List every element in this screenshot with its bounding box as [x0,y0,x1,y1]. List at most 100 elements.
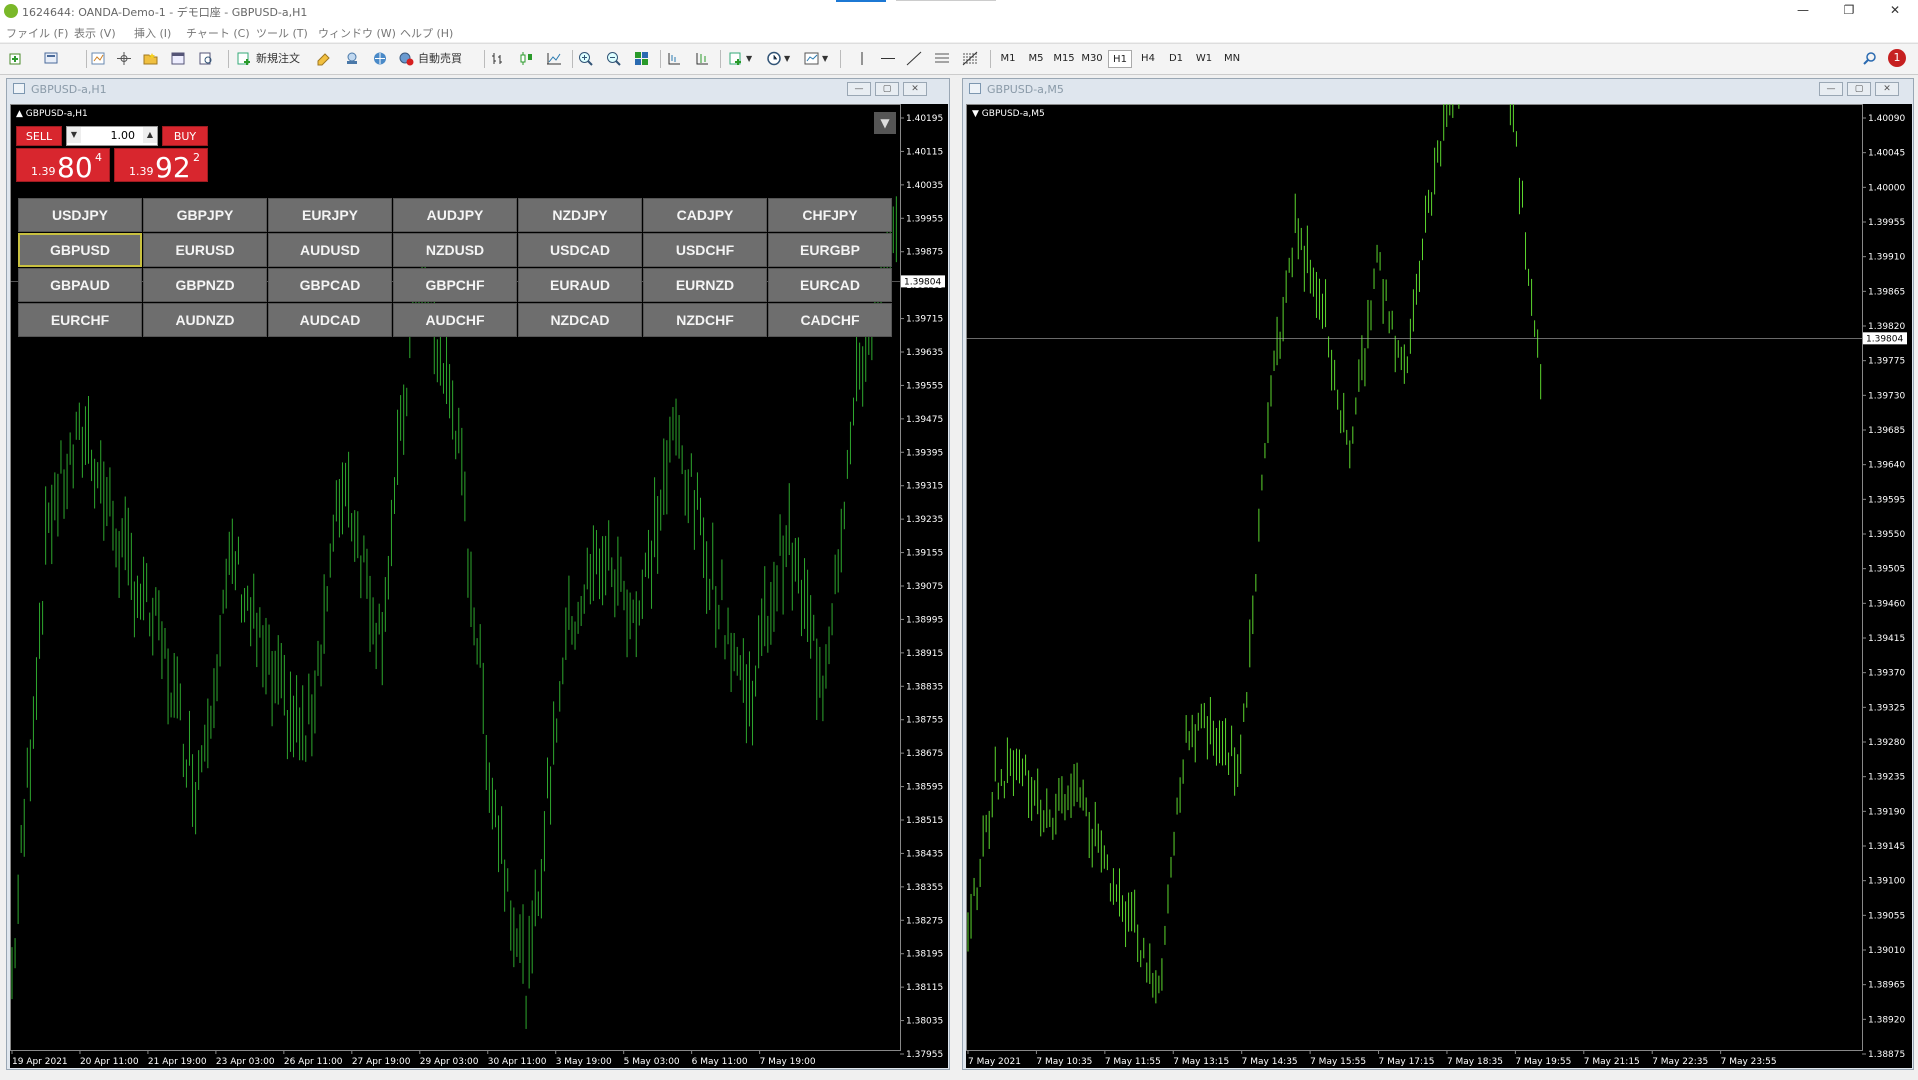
time-axis-label: 3 May 19:00 [556,1057,612,1067]
pair-button-nzdcad[interactable]: NZDCAD [518,303,642,337]
zoom-out-icon[interactable] [606,51,622,66]
collapse-panel-icon[interactable]: ▼ [874,112,896,134]
new-order-icon[interactable] [236,51,252,66]
candlestick-icon[interactable] [518,51,534,66]
pair-button-nzdusd[interactable]: NZDUSD [393,233,517,267]
tile-windows-icon[interactable] [634,51,650,66]
terminal-icon[interactable] [170,51,186,66]
timeframe-h4[interactable]: H4 [1136,50,1160,68]
pair-button-chfjpy[interactable]: CHFJPY [768,198,892,232]
pair-button-usdchf[interactable]: USDCHF [643,233,767,267]
sell-button[interactable]: SELL [16,126,62,146]
timeframe-m1[interactable]: M1 [996,50,1020,68]
chart-shift-icon[interactable] [666,51,682,66]
timeframe-d1[interactable]: D1 [1164,50,1188,68]
timeframe-w1[interactable]: W1 [1192,50,1216,68]
close-button[interactable]: ✕ [1872,0,1918,22]
signals-icon[interactable] [344,51,360,66]
pair-button-gbpnzd[interactable]: GBPNZD [143,268,267,302]
indicators-icon[interactable] [728,51,744,66]
restore-button[interactable]: ❐ [1826,0,1872,22]
pair-button-gbpjpy[interactable]: GBPJPY [143,198,267,232]
menu-tools[interactable]: ツール (T) [256,25,308,41]
pair-button-gbpusd[interactable]: GBPUSD [18,233,142,267]
pair-button-audjpy[interactable]: AUDJPY [393,198,517,232]
chart-minimize-button[interactable]: — [847,82,871,96]
pair-button-eurjpy[interactable]: EURJPY [268,198,392,232]
pair-button-gbpcad[interactable]: GBPCAD [268,268,392,302]
autoscroll-icon[interactable] [694,51,710,66]
menu-file[interactable]: ファイル (F) [6,25,68,41]
line-chart-icon[interactable] [546,51,562,66]
zoom-in-icon[interactable] [578,51,594,66]
metaeditor-icon[interactable] [316,51,332,66]
channel-icon[interactable] [934,51,950,66]
price-chart-right[interactable]: ▼ GBPUSD-a,M5 1.40090 1.40045 1.40000 1.399… [966,104,1912,1068]
crosshair-icon[interactable] [116,51,132,66]
auto-trading-button[interactable]: 自動売買 [418,50,462,68]
chart-minimize-button[interactable]: — [1819,82,1843,96]
pair-button-eurchf[interactable]: EURCHF [18,303,142,337]
chart-close-button[interactable]: ✕ [903,82,927,96]
menu-help[interactable]: ヘルプ (H) [400,25,453,41]
market-watch-icon[interactable] [90,51,106,66]
price-axis-label: 1.39475 [906,415,943,425]
pair-button-audcad[interactable]: AUDCAD [268,303,392,337]
pair-button-audusd[interactable]: AUDUSD [268,233,392,267]
price-axis-label: 1.39155 [906,549,943,559]
pair-button-eurgbp[interactable]: EURGBP [768,233,892,267]
timeframe-mn[interactable]: MN [1220,50,1244,68]
timeframe-m30[interactable]: M30 [1080,50,1104,68]
profiles-icon[interactable] [44,51,60,66]
periods-dropdown-icon[interactable]: ▼ [784,50,790,68]
templates-dropdown-icon[interactable]: ▼ [822,50,828,68]
trendline-icon[interactable] [906,51,922,66]
fibonacci-icon[interactable] [962,51,978,66]
notification-badge[interactable]: 1 [1888,49,1906,67]
price-axis-label: 1.38115 [906,983,943,993]
pair-button-audchf[interactable]: AUDCHF [393,303,517,337]
navigator-icon[interactable] [142,51,158,66]
sell-price-box[interactable]: 1.39 80 4 [16,148,110,184]
pair-button-audnzd[interactable]: AUDNZD [143,303,267,337]
pair-button-gbpaud[interactable]: GBPAUD [18,268,142,302]
horizontal-line-icon[interactable] [880,51,896,66]
chart-close-button[interactable]: ✕ [1875,82,1899,96]
bar-chart-icon[interactable] [490,51,506,66]
vertical-line-icon[interactable] [854,51,870,66]
periods-icon[interactable] [766,51,782,66]
menu-window[interactable]: ウィンドウ (W) [318,25,396,41]
chart-maximize-button[interactable]: ▢ [1847,82,1871,96]
pair-button-cadchf[interactable]: CADCHF [768,303,892,337]
new-order-button[interactable]: 新規注文 [256,50,300,68]
chart-maximize-button[interactable]: ▢ [875,82,899,96]
pair-button-eurcad[interactable]: EURCAD [768,268,892,302]
pair-button-usdjpy[interactable]: USDJPY [18,198,142,232]
pair-button-euraud[interactable]: EURAUD [518,268,642,302]
search-icon[interactable] [1862,51,1878,66]
pair-button-nzdchf[interactable]: NZDCHF [643,303,767,337]
buy-button[interactable]: BUY [162,126,208,146]
lot-decrease-icon[interactable]: ▼ [67,127,81,143]
indicators-dropdown-icon[interactable]: ▼ [746,50,752,68]
minimize-button[interactable]: — [1780,0,1826,22]
tester-icon[interactable] [198,51,214,66]
pair-button-eurusd[interactable]: EURUSD [143,233,267,267]
buy-price-box[interactable]: 1.39 92 2 [114,148,208,184]
menu-chart[interactable]: チャート (C) [186,25,250,41]
market-icon[interactable] [372,51,388,66]
pair-button-nzdjpy[interactable]: NZDJPY [518,198,642,232]
pair-button-cadjpy[interactable]: CADJPY [643,198,767,232]
menu-insert[interactable]: 挿入 (I) [134,25,171,41]
pair-button-gbpchf[interactable]: GBPCHF [393,268,517,302]
timeframe-h1[interactable]: H1 [1108,50,1132,68]
menu-view[interactable]: 表示 (V) [74,25,116,41]
new-chart-icon[interactable] [8,51,24,66]
templates-icon[interactable] [804,51,820,66]
timeframe-m15[interactable]: M15 [1052,50,1076,68]
auto-trading-icon[interactable] [398,51,414,66]
timeframe-m5[interactable]: M5 [1024,50,1048,68]
lot-increase-icon[interactable]: ▲ [143,127,157,143]
pair-button-eurnzd[interactable]: EURNZD [643,268,767,302]
pair-button-usdcad[interactable]: USDCAD [518,233,642,267]
